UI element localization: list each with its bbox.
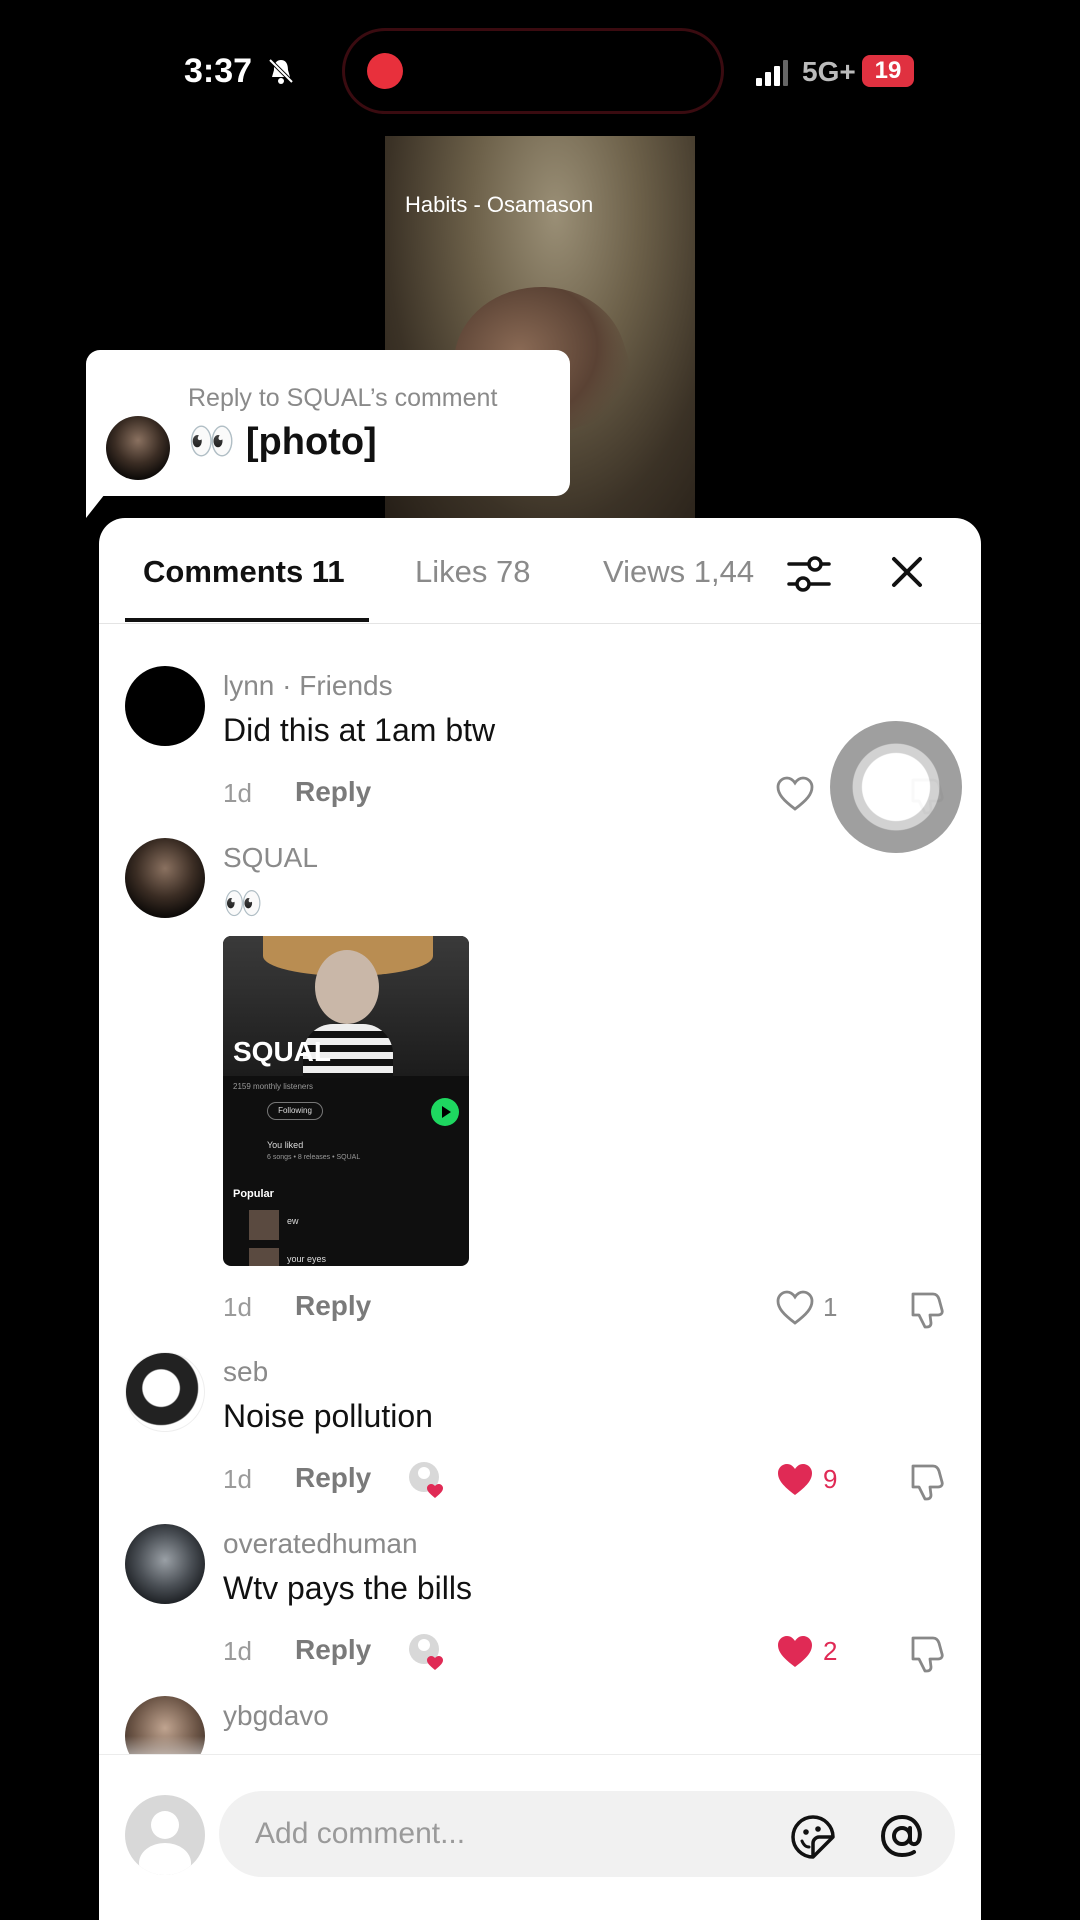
heart-icon[interactable] bbox=[775, 774, 815, 814]
photo-popular-heading: Popular bbox=[233, 1188, 274, 1200]
emoji-icon[interactable] bbox=[789, 1813, 837, 1861]
reply-button[interactable]: Reply bbox=[295, 1290, 371, 1322]
like-count: 1 bbox=[823, 1292, 838, 1322]
avatar[interactable] bbox=[125, 1352, 205, 1432]
network-type: 5G+ bbox=[802, 56, 856, 87]
comment-username[interactable]: seb bbox=[223, 1356, 268, 1388]
play-icon bbox=[431, 1098, 459, 1126]
reply-bubble-tail bbox=[86, 480, 116, 518]
comment-text: Noise pollution bbox=[223, 1398, 433, 1434]
comment-time: 1d bbox=[223, 1636, 252, 1666]
heart-icon[interactable] bbox=[775, 1460, 815, 1500]
heart-icon[interactable] bbox=[775, 1288, 815, 1328]
active-tab-indicator bbox=[125, 618, 369, 622]
like-count: 2 bbox=[823, 1636, 838, 1666]
at-icon[interactable] bbox=[877, 1811, 927, 1861]
comment-input[interactable] bbox=[219, 1791, 955, 1877]
track-thumbnail bbox=[249, 1210, 279, 1240]
comment-text: Did this at 1am btw bbox=[223, 712, 496, 748]
photo-listeners: 2159 monthly listeners bbox=[233, 1082, 314, 1091]
reply-button[interactable]: Reply bbox=[295, 1462, 371, 1494]
comment-text: 👀 bbox=[223, 885, 263, 921]
tab-views[interactable]: Views 1,44 bbox=[603, 554, 765, 590]
filter-icon[interactable] bbox=[787, 554, 831, 594]
dislike-icon[interactable] bbox=[907, 1460, 949, 1502]
avatar[interactable] bbox=[125, 838, 205, 918]
bell-muted-icon bbox=[268, 58, 294, 84]
avatar[interactable] bbox=[125, 666, 205, 746]
avatar bbox=[106, 416, 170, 480]
photo-track-title: your eyes bbox=[287, 1254, 327, 1264]
recording-indicator-icon bbox=[367, 53, 403, 89]
reply-preview-text: 👀 [photo] bbox=[188, 421, 377, 463]
close-icon[interactable] bbox=[889, 554, 925, 590]
status-time: 3:37 bbox=[184, 52, 253, 90]
comment-username[interactable]: ybgdavo bbox=[223, 1700, 329, 1732]
tab-likes[interactable]: Likes 78 bbox=[415, 554, 530, 590]
avatar[interactable] bbox=[125, 1524, 205, 1604]
comment-photo[interactable]: SQUAL 2159 monthly listeners Following Y… bbox=[223, 936, 469, 1266]
tab-bar: Comments 11 Likes 78 Views 1,44 bbox=[99, 518, 981, 624]
comment-time: 1d bbox=[223, 778, 252, 808]
avatar bbox=[125, 1795, 205, 1875]
signal-icon bbox=[756, 60, 788, 86]
dynamic-island[interactable] bbox=[342, 28, 724, 114]
photo-liked-sub: 6 songs • 8 releases • SQUAL bbox=[267, 1154, 361, 1161]
heart-icon[interactable] bbox=[775, 1632, 815, 1672]
comment-input-bar bbox=[99, 1754, 981, 1920]
dislike-icon[interactable] bbox=[907, 1632, 949, 1674]
dislike-icon[interactable] bbox=[907, 1288, 949, 1330]
photo-face bbox=[315, 950, 379, 1024]
comment-time: 1d bbox=[223, 1464, 252, 1494]
comment-username[interactable]: SQUAL bbox=[223, 842, 318, 874]
photo-liked-label: You liked bbox=[267, 1140, 304, 1150]
comments-sheet: Comments 11 Likes 78 Views 1,44 lynn · F… bbox=[99, 518, 981, 1920]
reply-button[interactable]: Reply bbox=[295, 1634, 371, 1666]
video-sound-title: Habits - Osamason bbox=[405, 192, 594, 217]
touch-indicator bbox=[830, 721, 962, 853]
reply-button[interactable]: Reply bbox=[295, 776, 371, 808]
reply-preview-label: Reply to SQUAL’s comment bbox=[188, 384, 498, 412]
reply-preview-bubble[interactable]: Reply to SQUAL’s comment 👀 [photo] bbox=[86, 350, 570, 496]
tab-comments[interactable]: Comments 11 bbox=[143, 554, 345, 590]
status-bar: 3:37 5G+ 19 bbox=[0, 0, 1080, 140]
creator-liked-icon bbox=[409, 1634, 443, 1670]
track-thumbnail bbox=[249, 1248, 279, 1266]
like-count: 9 bbox=[823, 1464, 838, 1494]
battery-level: 19 bbox=[862, 55, 914, 87]
comment-username[interactable]: overatedhuman bbox=[223, 1528, 418, 1560]
photo-artist-name: SQUAL bbox=[233, 1036, 331, 1067]
comment-text: Wtv pays the bills bbox=[223, 1570, 472, 1606]
creator-liked-icon bbox=[409, 1462, 443, 1498]
comment-username[interactable]: lynn · Friends bbox=[223, 670, 393, 702]
photo-track-title: ew bbox=[287, 1216, 299, 1226]
photo-following-badge: Following bbox=[267, 1102, 323, 1120]
comment-time: 1d bbox=[223, 1292, 252, 1322]
